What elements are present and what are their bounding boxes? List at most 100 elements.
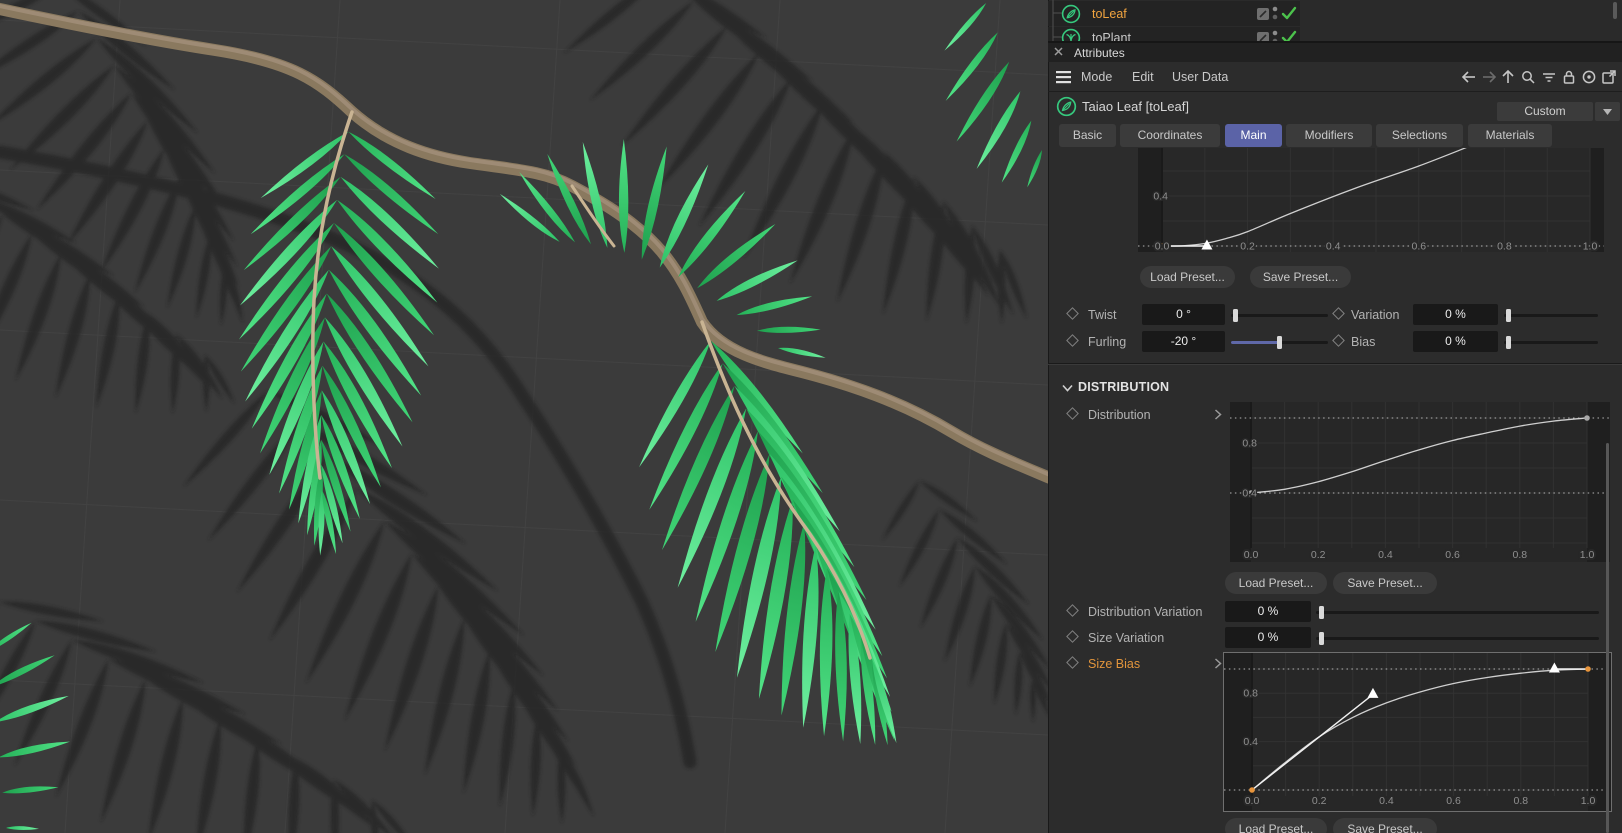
up-arrow-icon[interactable] — [1500, 69, 1516, 85]
save-preset-button[interactable]: Save Preset... — [1333, 572, 1437, 594]
svg-text:0.8: 0.8 — [1497, 241, 1512, 253]
lock-icon[interactable] — [1561, 69, 1577, 85]
enabled-check-icon[interactable] — [1281, 29, 1297, 41]
svg-text:0.8: 0.8 — [1243, 688, 1258, 700]
distribution-variation-label: Distribution Variation — [1088, 605, 1203, 619]
forward-arrow-icon[interactable] — [1481, 69, 1497, 85]
chevron-right-icon[interactable] — [1214, 409, 1222, 420]
svg-text:0.8: 0.8 — [1242, 438, 1257, 450]
svg-text:0.6: 0.6 — [1411, 241, 1426, 253]
size-variation-label: Size Variation — [1088, 631, 1165, 645]
svg-text:0.4: 0.4 — [1379, 795, 1394, 807]
twist-slider[interactable] — [1231, 309, 1328, 322]
load-preset-button[interactable]: Load Preset... — [1140, 266, 1235, 288]
svg-text:0.2: 0.2 — [1240, 241, 1255, 253]
svg-text:0.4: 0.4 — [1378, 549, 1393, 561]
twist-value-field[interactable]: 0 ° — [1142, 304, 1225, 325]
furling-value-field[interactable]: -20 ° — [1142, 331, 1225, 352]
leaf-object-icon — [1056, 96, 1077, 122]
app-window: toLeaf toPlant Attributes Mode Edit User… — [0, 0, 1622, 833]
main-tab-curve: 0.0 0.2 0.4 0.6 0.8 1.0 0.4 — [1138, 148, 1604, 252]
tab-main[interactable]: Main — [1225, 124, 1282, 147]
preset-dropdown[interactable]: Custom — [1497, 102, 1593, 121]
svg-text:0.4: 0.4 — [1326, 241, 1341, 253]
track-target-icon[interactable] — [1581, 69, 1597, 85]
distribution-variation-slider[interactable] — [1316, 606, 1599, 619]
variation-label: Variation — [1351, 308, 1400, 322]
search-icon[interactable] — [1520, 69, 1536, 85]
right-panel-column: toLeaf toPlant Attributes Mode Edit User… — [1048, 0, 1622, 833]
chevron-down-icon[interactable] — [1062, 384, 1073, 392]
twist-label: Twist — [1088, 308, 1117, 322]
3d-viewport[interactable] — [0, 0, 1056, 833]
bias-value-field[interactable]: 0 % — [1413, 331, 1498, 352]
save-preset-button[interactable]: Save Preset... — [1250, 266, 1351, 288]
attributes-scrollbar[interactable] — [1606, 443, 1609, 833]
slider-handle[interactable] — [1319, 632, 1324, 645]
panel-title: Attributes — [1074, 46, 1125, 60]
back-arrow-icon[interactable] — [1461, 69, 1477, 85]
close-icon[interactable] — [1054, 47, 1064, 57]
preset-dropdown-arrow[interactable] — [1595, 102, 1620, 121]
furling-slider[interactable] — [1231, 336, 1328, 349]
bias-label: Bias — [1351, 335, 1376, 349]
svg-text:0.4: 0.4 — [1153, 191, 1168, 203]
visibility-dots-icon[interactable] — [1272, 5, 1278, 23]
curve-editor-distribution[interactable]: 0.0 0.2 0.4 0.6 0.8 1.0 0.8 0.4 — [1230, 402, 1610, 562]
svg-text:0.0: 0.0 — [1245, 795, 1260, 807]
filter-icon[interactable] — [1541, 69, 1557, 85]
size-bias-label[interactable]: Size Bias — [1088, 657, 1140, 672]
svg-text:0.2: 0.2 — [1312, 795, 1327, 807]
hamburger-menu-icon[interactable] — [1056, 71, 1072, 84]
object-manager-scrollbar[interactable] — [1613, 2, 1617, 19]
variation-value-field[interactable]: 0 % — [1413, 304, 1498, 325]
object-title: Taiao Leaf [toLeaf] — [1082, 99, 1189, 114]
menu-user-data[interactable]: User Data — [1172, 70, 1228, 85]
slider-handle[interactable] — [1319, 606, 1324, 619]
menu-edit[interactable]: Edit — [1132, 70, 1154, 85]
tab-materials[interactable]: Materials — [1468, 124, 1552, 147]
save-preset-button[interactable]: Save Preset... — [1333, 818, 1437, 833]
visibility-dots-icon[interactable] — [1272, 29, 1278, 41]
leaf-object-icon[interactable] — [1061, 4, 1081, 29]
furling-label: Furling — [1088, 335, 1127, 349]
size-variation-slider[interactable] — [1316, 632, 1599, 645]
svg-text:1.0: 1.0 — [1580, 549, 1595, 561]
slider-handle[interactable] — [1506, 309, 1511, 322]
size-variation-value-field[interactable]: 0 % — [1225, 627, 1311, 648]
viewport-canvas — [0, 0, 1056, 833]
size-bias-curve: 0.0 0.2 0.4 0.6 0.8 1.0 0.8 0.4 — [1224, 653, 1611, 811]
tab-coordinates[interactable]: Coordinates — [1120, 124, 1220, 147]
new-window-icon[interactable] — [1601, 69, 1617, 85]
object-item-toleaf[interactable]: toLeaf — [1092, 7, 1127, 21]
svg-text:0.0: 0.0 — [1244, 549, 1259, 561]
variation-slider[interactable] — [1504, 309, 1598, 322]
tab-basic[interactable]: Basic — [1059, 124, 1116, 147]
tab-modifiers[interactable]: Modifiers — [1286, 124, 1372, 147]
slider-handle[interactable] — [1233, 309, 1238, 322]
layer-toggle-icon[interactable] — [1256, 7, 1270, 26]
chevron-down-icon — [1603, 108, 1612, 115]
menu-mode[interactable]: Mode — [1081, 70, 1112, 85]
load-preset-button[interactable]: Load Preset... — [1225, 572, 1327, 594]
bias-slider[interactable] — [1504, 336, 1598, 349]
svg-text:0.8: 0.8 — [1512, 549, 1527, 561]
attributes-titlebar — [1048, 43, 1622, 62]
curve-editor-size-bias[interactable]: 0.0 0.2 0.4 0.6 0.8 1.0 0.8 0.4 — [1223, 652, 1612, 812]
tab-selections[interactable]: Selections — [1376, 124, 1463, 147]
svg-text:0.8: 0.8 — [1513, 795, 1528, 807]
svg-text:0.4: 0.4 — [1243, 736, 1258, 748]
distribution-curve: 0.0 0.2 0.4 0.6 0.8 1.0 0.8 0.4 — [1230, 402, 1610, 562]
svg-text:1.0: 1.0 — [1583, 241, 1598, 253]
distribution-label: Distribution — [1088, 408, 1151, 422]
slider-handle[interactable] — [1506, 336, 1511, 349]
distribution-variation-value-field[interactable]: 0 % — [1225, 601, 1311, 622]
enabled-check-icon[interactable] — [1281, 5, 1297, 21]
svg-text:0.2: 0.2 — [1311, 549, 1326, 561]
svg-text:0.0: 0.0 — [1155, 241, 1170, 253]
curve-editor-main[interactable]: 0.0 0.2 0.4 0.6 0.8 1.0 0.4 — [1138, 148, 1604, 252]
load-preset-button[interactable]: Load Preset... — [1225, 818, 1327, 833]
section-title-distribution[interactable]: DISTRIBUTION — [1078, 380, 1169, 394]
chevron-right-icon[interactable] — [1214, 658, 1222, 669]
slider-handle[interactable] — [1277, 336, 1282, 349]
